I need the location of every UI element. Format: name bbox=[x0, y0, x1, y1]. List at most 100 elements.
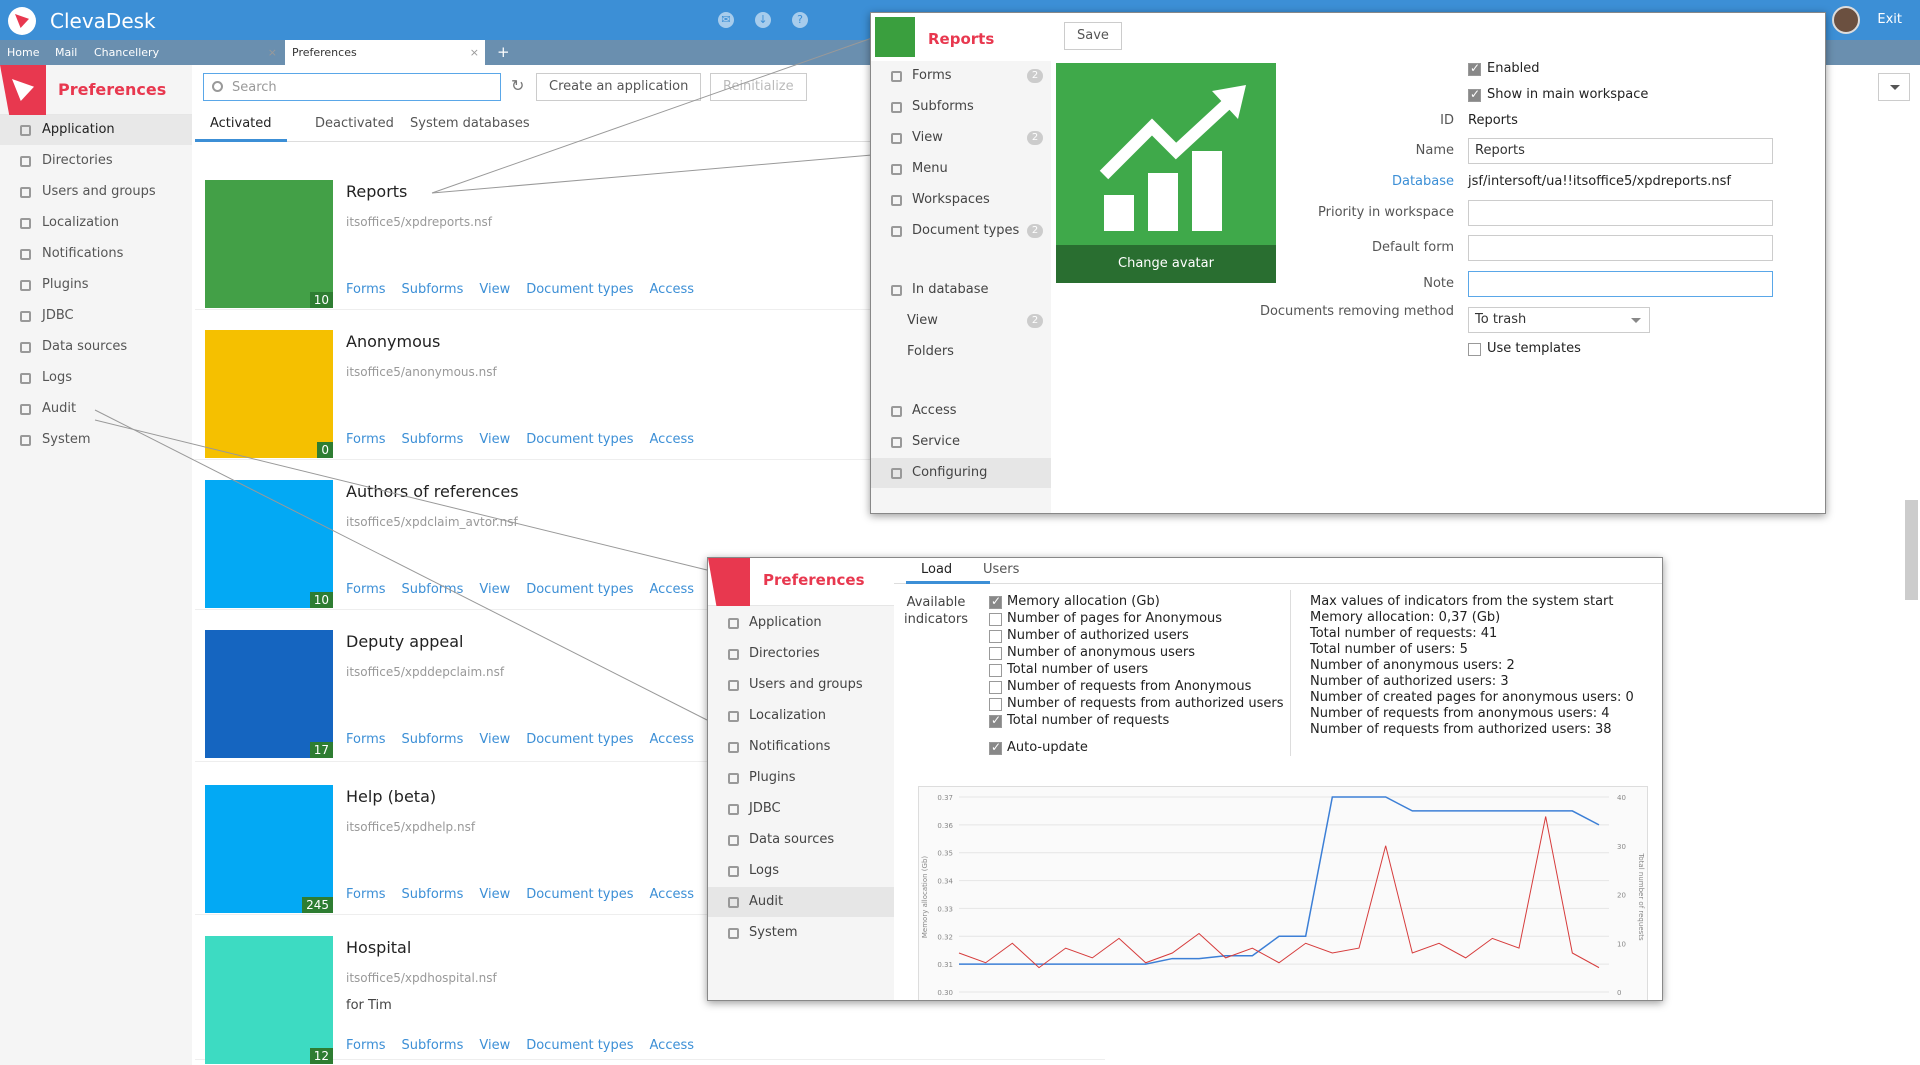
tab-activated[interactable]: Activated bbox=[210, 116, 272, 131]
indicator-option[interactable]: Number of requests from Anonymous bbox=[989, 679, 1251, 696]
sidebar-item-directories[interactable]: Directories bbox=[0, 146, 192, 176]
forms-link[interactable]: Forms bbox=[346, 432, 386, 447]
default-form-field[interactable] bbox=[1468, 235, 1773, 261]
access-link[interactable]: Access bbox=[650, 432, 695, 447]
refresh-icon[interactable]: ↻ bbox=[511, 76, 524, 95]
view-link[interactable]: View bbox=[479, 1038, 510, 1053]
auto-update-option[interactable]: Auto-update bbox=[989, 740, 1088, 757]
database-link[interactable]: Database bbox=[1254, 174, 1454, 189]
menu-item-configuring[interactable]: Configuring bbox=[871, 458, 1051, 488]
sidebar-item-users[interactable]: Users and groups bbox=[708, 670, 894, 700]
download-icon[interactable]: ↓ bbox=[755, 12, 771, 28]
view-link[interactable]: View bbox=[479, 582, 510, 597]
access-link[interactable]: Access bbox=[650, 887, 695, 902]
sidebar-item-system[interactable]: System bbox=[0, 425, 192, 455]
sidebar-item-data-sources[interactable]: Data sources bbox=[0, 332, 192, 362]
close-icon[interactable]: × bbox=[268, 40, 277, 65]
indicator-checkbox[interactable] bbox=[989, 713, 1002, 728]
reinitialize-button[interactable]: Reinitialize bbox=[710, 73, 807, 101]
view-link[interactable]: View bbox=[479, 887, 510, 902]
tab-home[interactable]: Home bbox=[0, 40, 46, 65]
add-tab-icon[interactable]: + bbox=[490, 40, 517, 65]
help-icon[interactable]: ? bbox=[792, 12, 808, 28]
sidebar-item-localization[interactable]: Localization bbox=[0, 208, 192, 238]
save-button[interactable]: Save bbox=[1064, 22, 1122, 50]
sidebar-item-plugins[interactable]: Plugins bbox=[708, 763, 894, 793]
tab-system-databases[interactable]: System databases bbox=[410, 116, 530, 131]
view-link[interactable]: View bbox=[479, 432, 510, 447]
indicator-checkbox[interactable] bbox=[989, 681, 1002, 694]
change-avatar-button[interactable]: Change avatar bbox=[1056, 245, 1276, 283]
document-types-link[interactable]: Document types bbox=[526, 1038, 633, 1053]
sidebar-item-application[interactable]: Application bbox=[0, 115, 192, 145]
document-types-link[interactable]: Document types bbox=[526, 582, 633, 597]
mail-icon[interactable]: ✉ bbox=[718, 12, 734, 28]
sidebar-item-notifications[interactable]: Notifications bbox=[708, 732, 894, 762]
document-types-link[interactable]: Document types bbox=[526, 732, 633, 747]
indicator-option[interactable]: Number of anonymous users bbox=[989, 645, 1195, 662]
sidebar-item-plugins[interactable]: Plugins bbox=[0, 270, 192, 300]
sidebar-item-audit[interactable]: Audit bbox=[708, 887, 894, 917]
menu-item-document-types[interactable]: Document types 2 bbox=[871, 216, 1051, 246]
indicator-checkbox[interactable] bbox=[989, 698, 1002, 711]
app-title[interactable]: Help (beta) bbox=[346, 787, 436, 806]
subforms-link[interactable]: Subforms bbox=[402, 282, 464, 297]
tab-users[interactable]: Users bbox=[983, 562, 1019, 577]
forms-link[interactable]: Forms bbox=[346, 732, 386, 747]
menu-item-view[interactable]: View 2 bbox=[871, 123, 1051, 153]
view-link[interactable]: View bbox=[479, 282, 510, 297]
sidebar-item-jdbc[interactable]: JDBC bbox=[0, 301, 192, 331]
subforms-link[interactable]: Subforms bbox=[402, 432, 464, 447]
close-icon[interactable]: × bbox=[470, 40, 479, 65]
forms-link[interactable]: Forms bbox=[346, 582, 386, 597]
remove-method-select[interactable]: To trash bbox=[1468, 307, 1650, 333]
show-main-checkbox[interactable] bbox=[1468, 87, 1481, 102]
user-avatar[interactable] bbox=[1832, 6, 1860, 34]
indicator-checkbox[interactable] bbox=[989, 630, 1002, 643]
menu-item-workspaces[interactable]: Workspaces bbox=[871, 185, 1051, 215]
forms-link[interactable]: Forms bbox=[346, 1038, 386, 1053]
subforms-link[interactable]: Subforms bbox=[402, 732, 464, 747]
subforms-link[interactable]: Subforms bbox=[402, 887, 464, 902]
indicator-option[interactable]: Total number of users bbox=[989, 662, 1148, 679]
sidebar-item-system[interactable]: System bbox=[708, 918, 894, 948]
name-field[interactable]: Reports bbox=[1468, 138, 1773, 164]
sidebar-item-application[interactable]: Application bbox=[708, 608, 894, 638]
sidebar-item-data-sources[interactable]: Data sources bbox=[708, 825, 894, 855]
menu-item-service[interactable]: Service bbox=[871, 427, 1051, 457]
sidebar-item-logs[interactable]: Logs bbox=[0, 363, 192, 393]
sidebar-item-audit[interactable]: Audit bbox=[0, 394, 192, 424]
indicator-checkbox[interactable] bbox=[989, 594, 1002, 609]
enabled-checkbox[interactable] bbox=[1468, 61, 1481, 76]
sidebar-item-users[interactable]: Users and groups bbox=[0, 177, 192, 207]
sidebar-item-logs[interactable]: Logs bbox=[708, 856, 894, 886]
app-title[interactable]: Deputy appeal bbox=[346, 632, 464, 651]
create-application-button[interactable]: Create an application bbox=[536, 73, 702, 101]
indicator-option[interactable]: Number of requests from authorized users bbox=[989, 696, 1284, 713]
subforms-link[interactable]: Subforms bbox=[402, 1038, 464, 1053]
tab-mail[interactable]: Mail bbox=[48, 40, 84, 65]
menu-item-in-database[interactable]: In database bbox=[871, 275, 1051, 305]
indicator-option[interactable]: Total number of requests bbox=[989, 713, 1169, 730]
tab-chancellery[interactable]: Chancellery × bbox=[87, 40, 283, 65]
access-link[interactable]: Access bbox=[650, 732, 695, 747]
search-input[interactable]: Search bbox=[203, 73, 501, 101]
indicator-option[interactable]: Number of authorized users bbox=[989, 628, 1189, 645]
tab-deactivated[interactable]: Deactivated bbox=[315, 116, 394, 131]
forms-link[interactable]: Forms bbox=[346, 887, 386, 902]
app-title[interactable]: Reports bbox=[346, 182, 407, 201]
menu-item-menu[interactable]: Menu bbox=[871, 154, 1051, 184]
priority-field[interactable] bbox=[1468, 200, 1773, 226]
options-dropdown[interactable] bbox=[1878, 73, 1910, 101]
document-types-link[interactable]: Document types bbox=[526, 432, 633, 447]
menu-item-subforms[interactable]: Subforms bbox=[871, 92, 1051, 122]
note-field[interactable] bbox=[1468, 271, 1773, 297]
sidebar-item-notifications[interactable]: Notifications bbox=[0, 239, 192, 269]
menu-item-folders[interactable]: Folders bbox=[871, 337, 1051, 367]
sidebar-item-directories[interactable]: Directories bbox=[708, 639, 894, 669]
exit-button[interactable]: Exit bbox=[1877, 12, 1902, 27]
access-link[interactable]: Access bbox=[650, 282, 695, 297]
access-link[interactable]: Access bbox=[650, 1038, 695, 1053]
view-link[interactable]: View bbox=[479, 732, 510, 747]
forms-link[interactable]: Forms bbox=[346, 282, 386, 297]
